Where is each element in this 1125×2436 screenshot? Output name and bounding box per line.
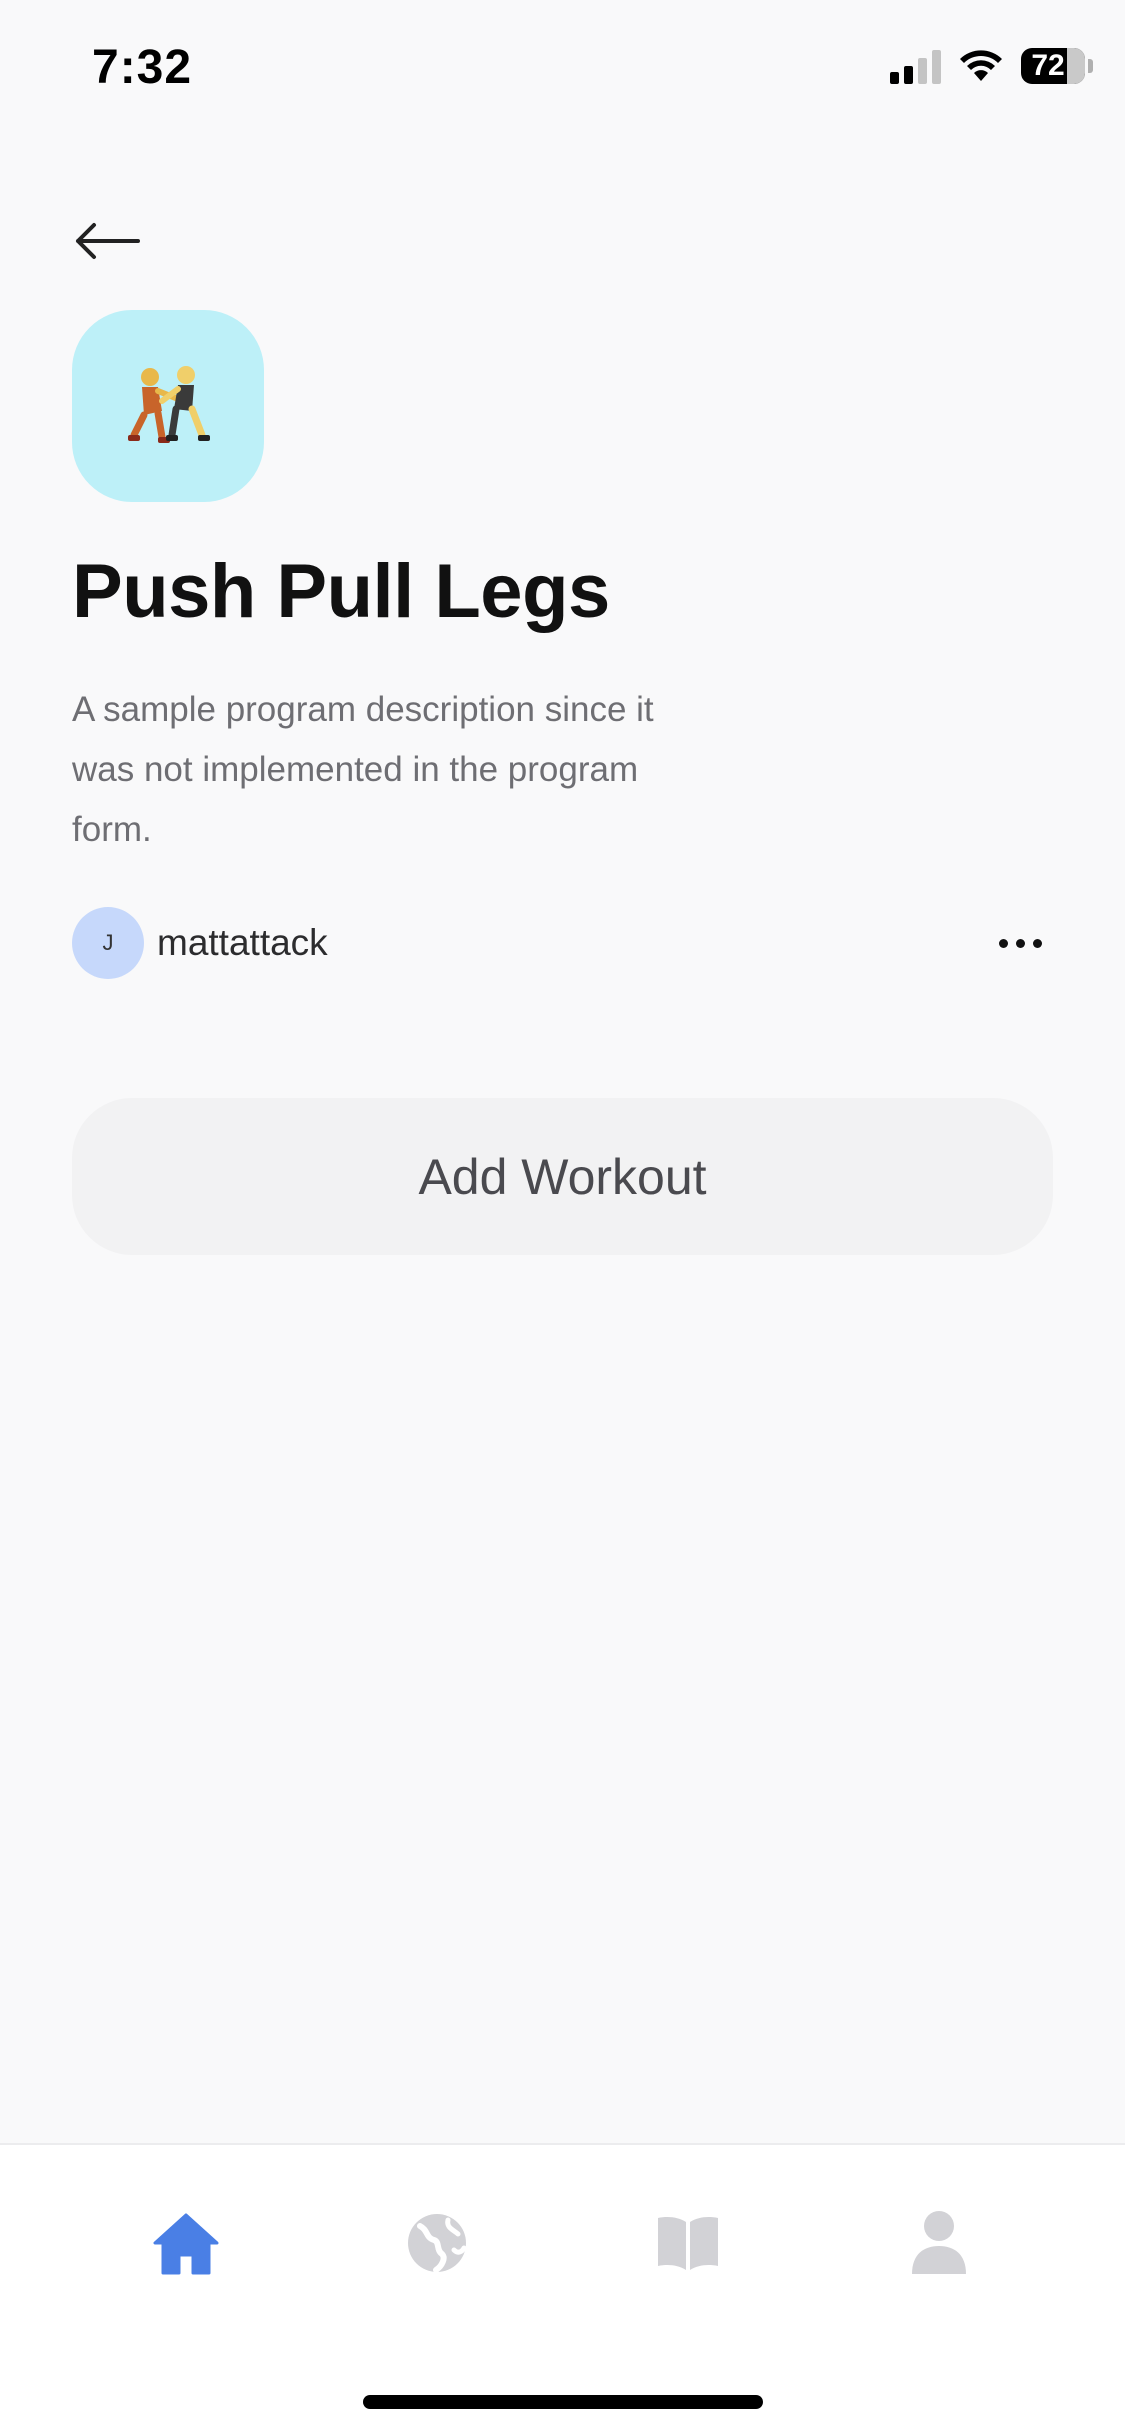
cellular-signal-icon	[890, 48, 941, 84]
program-icon-tile	[72, 310, 264, 502]
tab-bar	[0, 2143, 1125, 2436]
program-title: Push Pull Legs	[72, 549, 610, 634]
person-icon	[912, 2211, 966, 2274]
wifi-icon	[960, 50, 1002, 81]
status-time: 7:32	[92, 41, 193, 94]
book-icon	[658, 2217, 718, 2270]
add-workout-button[interactable]: Add Workout	[72, 1098, 1053, 1255]
more-dot-icon	[1033, 938, 1042, 948]
tab-explore[interactable]	[397, 2203, 477, 2283]
status-indicators: 72	[890, 48, 1093, 84]
avatar[interactable]: J	[72, 907, 144, 979]
program-detail-screen: 7:32 72 Push Pull Legs A sample program …	[0, 0, 1125, 2436]
more-options-button[interactable]	[989, 929, 1052, 958]
author-name[interactable]: mattattack	[157, 922, 328, 964]
tab-library[interactable]	[648, 2203, 728, 2283]
arrow-left-icon	[76, 223, 140, 259]
back-button[interactable]	[72, 215, 142, 267]
home-indicator	[363, 2395, 763, 2409]
battery-percent: 72	[1031, 49, 1065, 82]
more-dot-icon	[1016, 938, 1025, 948]
home-icon	[153, 2213, 219, 2275]
more-dot-icon	[999, 938, 1008, 948]
program-description: A sample program description since it wa…	[72, 690, 654, 849]
wrestlers-icon	[128, 366, 210, 443]
globe-icon	[408, 2214, 467, 2273]
tab-home[interactable]	[146, 2203, 226, 2283]
author-row: J mattattack	[72, 907, 1052, 979]
tab-profile[interactable]	[899, 2203, 979, 2283]
battery-icon: 72	[1021, 48, 1093, 84]
